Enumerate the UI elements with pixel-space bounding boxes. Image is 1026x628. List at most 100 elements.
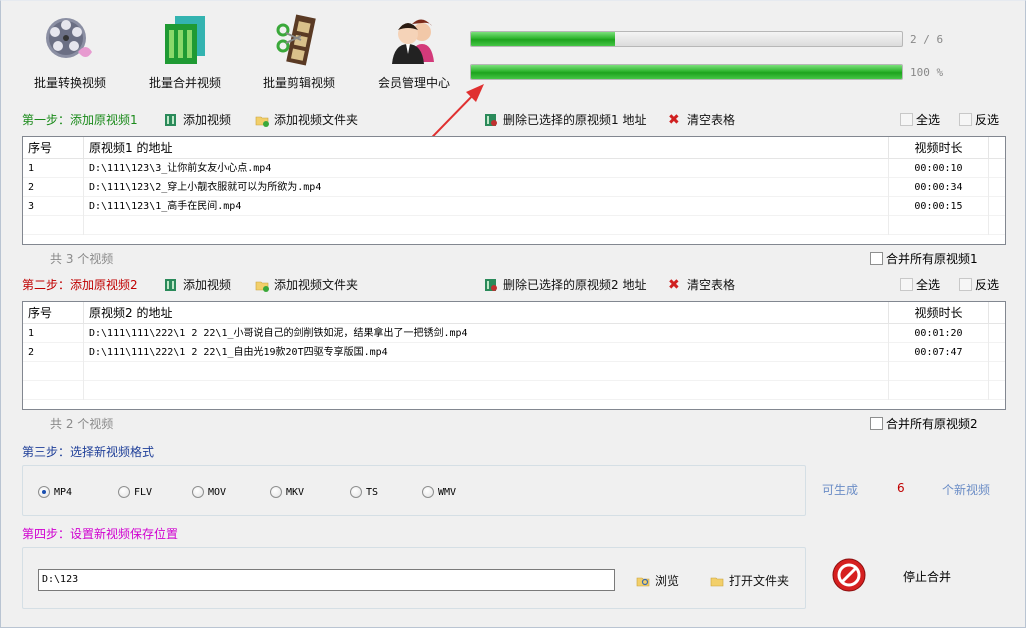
radio-icon [38, 486, 50, 498]
column-header-no[interactable]: 序号 [23, 137, 84, 159]
checkbox-icon [900, 278, 913, 291]
current-progress-bar [470, 64, 903, 80]
step3-title: 第三步：选择新视频格式 [22, 445, 155, 459]
step1-clear-table-label: 清空表格 [687, 113, 736, 127]
step1-delete-selected-button[interactable]: 删除已选择的原视频1 地址 [484, 111, 646, 128]
step1-invert-label: 反选 [975, 113, 1000, 127]
format-radio-mp4[interactable]: MP4 [38, 486, 72, 498]
browse-label: 浏览 [655, 574, 680, 588]
row-filler [989, 343, 1005, 362]
table-row[interactable]: 1 D:\111\123\3_让你前女友小心点.mp4 00:00:10 [23, 159, 1005, 178]
step2-delete-selected-button[interactable]: 删除已选择的原视频2 地址 [484, 276, 646, 293]
step2-table[interactable]: 序号 原视频2 的地址 视频时长 1 D:\111\111\222\1 2 22… [22, 301, 1006, 410]
gen-prefix: 可生成 [822, 483, 859, 497]
format-radio-wmv[interactable]: WMV [422, 486, 456, 498]
table-row-empty [23, 381, 1005, 400]
format-label: WMV [438, 486, 457, 498]
step1-add-video-button[interactable]: 添加视频 [164, 111, 231, 128]
row-path: D:\111\111\222\1 2 22\1_小哥说自己的剑削铁如泥，结果拿出… [84, 324, 889, 343]
checkbox-icon [959, 113, 972, 126]
format-radio-mkv[interactable]: MKV [270, 486, 304, 498]
format-label: MKV [286, 486, 305, 498]
current-progress-text: 100 % [910, 66, 944, 79]
step1-merge-all-checkbox[interactable]: 合并所有原视频1 [870, 250, 978, 267]
format-label: FLV [134, 486, 153, 498]
step2-delete-selected-label: 删除已选择的原视频2 地址 [503, 278, 647, 292]
radio-icon [270, 486, 282, 498]
step2-add-video-label: 添加视频 [183, 278, 232, 292]
save-path-input[interactable]: D:\123 [38, 569, 615, 591]
format-radio-ts[interactable]: TS [350, 486, 378, 498]
batch-convert-label: 批量转换视频 [33, 76, 106, 90]
row-no: 2 [23, 178, 84, 197]
format-radio-flv[interactable]: FLV [118, 486, 152, 498]
current-progress-fill [471, 65, 902, 79]
row-path: D:\111\123\3_让你前女友小心点.mp4 [84, 159, 889, 178]
step1-table[interactable]: 序号 原视频1 的地址 视频时长 1 D:\111\123\3_让你前女友小心点… [22, 136, 1006, 245]
column-header-empty [989, 302, 1005, 324]
column-header-duration[interactable]: 视频时长 [889, 302, 989, 324]
table-row[interactable]: 3 D:\111\123\1_高手在民间.mp4 00:00:15 [23, 197, 1005, 216]
stop-icon [832, 558, 866, 592]
stop-merge-label[interactable]: 停止合并 [903, 568, 951, 585]
step2-add-folder-button[interactable]: 添加视频文件夹 [255, 276, 358, 293]
table-row[interactable]: 1 D:\111\111\222\1 2 22\1_小哥说自己的剑削铁如泥，结果… [23, 324, 1005, 343]
step1-clear-table-button[interactable]: ✖ 清空表格 [668, 111, 735, 128]
column-header-no[interactable]: 序号 [23, 302, 84, 324]
step2-clear-table-button[interactable]: ✖ 清空表格 [668, 276, 735, 293]
row-path: D:\111\123\2_穿上小靓衣服就可以为所欲为.mp4 [84, 178, 889, 197]
batch-edit-button[interactable]: 批量剪辑视频 [249, 12, 349, 91]
step1-select-all-label: 全选 [916, 113, 941, 127]
format-radio-mov[interactable]: MOV [192, 486, 226, 498]
open-folder-button[interactable]: 打开文件夹 [710, 572, 789, 589]
step2-invert-button[interactable]: 反选 [959, 276, 999, 293]
row-no: 1 [23, 324, 84, 343]
column-header-empty [989, 137, 1005, 159]
open-folder-label: 打开文件夹 [729, 574, 790, 588]
browse-folder-icon [636, 577, 650, 586]
gen-count: 6 [897, 481, 905, 495]
folder-open-icon [710, 577, 724, 586]
step1-invert-button[interactable]: 反选 [959, 111, 999, 128]
column-header-path[interactable]: 原视频2 的地址 [84, 302, 889, 324]
folder-add-icon [255, 281, 269, 292]
step1-add-folder-button[interactable]: 添加视频文件夹 [255, 111, 358, 128]
step2-count: 共 2 个视频 [50, 417, 114, 431]
step2-add-video-button[interactable]: 添加视频 [164, 276, 231, 293]
row-path: D:\111\123\1_高手在民间.mp4 [84, 197, 889, 216]
row-filler [989, 197, 1005, 216]
step1-delete-selected-label: 删除已选择的原视频1 地址 [503, 113, 647, 127]
radio-icon [118, 486, 130, 498]
format-label: MP4 [54, 486, 73, 498]
row-filler [989, 159, 1005, 178]
column-header-duration[interactable]: 视频时长 [889, 137, 989, 159]
step2-merge-all-checkbox[interactable]: 合并所有原视频2 [870, 415, 978, 432]
film-add-icon [165, 278, 176, 291]
batch-edit-label: 批量剪辑视频 [262, 76, 335, 90]
red-x-icon: ✖ [668, 276, 680, 293]
step4-title: 第四步：设置新视频保存位置 [22, 527, 179, 541]
row-duration: 00:00:34 [889, 178, 989, 197]
table-row[interactable]: 2 D:\111\111\222\1 2 22\1_自由光19款20T四驱专享版… [23, 343, 1005, 362]
batch-merge-button[interactable]: 批量合并视频 [135, 12, 235, 91]
table-row-empty [23, 362, 1005, 381]
step2-add-folder-label: 添加视频文件夹 [274, 278, 359, 292]
step2-select-all-button[interactable]: 全选 [900, 276, 940, 293]
step2-merge-all-label: 合并所有原视频2 [886, 417, 978, 431]
table-row[interactable]: 2 D:\111\123\2_穿上小靓衣服就可以为所欲为.mp4 00:00:3… [23, 178, 1005, 197]
column-header-path[interactable]: 原视频1 的地址 [84, 137, 889, 159]
row-filler [989, 324, 1005, 343]
table-header: 序号 原视频1 的地址 视频时长 [23, 137, 1005, 159]
stop-merge-button[interactable] [832, 558, 866, 595]
browse-button[interactable]: 浏览 [636, 572, 679, 589]
film-delete-icon [485, 113, 497, 126]
step1-select-all-button[interactable]: 全选 [900, 111, 940, 128]
step2-select-all-label: 全选 [916, 278, 941, 292]
step2-invert-label: 反选 [975, 278, 1000, 292]
overall-progress-bar [470, 31, 903, 47]
batch-convert-button[interactable]: 批量转换视频 [20, 12, 120, 91]
table-row-empty [23, 216, 1005, 235]
users-icon [392, 19, 434, 64]
table-header: 序号 原视频2 的地址 视频时长 [23, 302, 1005, 324]
step1-count: 共 3 个视频 [50, 252, 114, 266]
